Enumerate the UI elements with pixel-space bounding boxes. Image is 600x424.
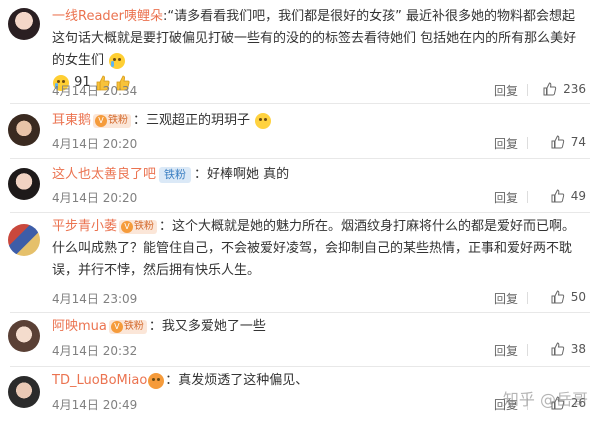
comment-text: ：好棒啊她 真的 <box>194 167 290 182</box>
reply-button[interactable]: 回复 <box>494 135 518 152</box>
vip-badge: V 铁粉 <box>108 319 147 334</box>
like-count: 49 <box>570 189 586 203</box>
like-count: 236 <box>563 82 586 96</box>
comment-text-block: 阿映mua V 铁粉 ：我又多爱她了一些 <box>52 316 586 338</box>
comment-text-block: 一线Reader咦鲤朵:“请多看看我们吧，我们都是很好的女孩” 最近补很多她的物… <box>52 6 586 94</box>
reply-button[interactable]: 回复 <box>494 342 518 359</box>
like-button[interactable]: 49 <box>551 189 586 203</box>
comment-text-block: 这人也太善良了吧 铁粉 ：好棒啊她 真的 <box>52 164 586 186</box>
thumbs-up-icon <box>551 189 564 203</box>
like-count: 38 <box>570 342 586 356</box>
avatar-badge-emoji-icon <box>148 372 165 389</box>
comment-username[interactable]: TD_LuoBoMiao <box>52 373 147 388</box>
comment-username[interactable]: 平步青小萎 <box>52 219 117 234</box>
avatar[interactable] <box>8 320 40 352</box>
avatar[interactable] <box>8 8 40 40</box>
comment-username[interactable]: 这人也太善良了吧 <box>52 167 156 182</box>
comment-timestamp: 4月14日 20:20 <box>52 191 138 205</box>
comment-timestamp: 4月14日 20:34 <box>52 84 138 98</box>
like-button[interactable]: 38 <box>551 342 586 356</box>
comment-item: 阿映mua V 铁粉 ：我又多爱她了一些 4月14日 20:32 回复 38 <box>0 312 600 367</box>
crying-emoji-icon <box>109 52 126 69</box>
comment-text: ：我又多爱她了一些 <box>148 319 266 334</box>
action-divider <box>527 292 528 304</box>
comment-timestamp: 4月14日 20:20 <box>52 137 138 151</box>
avatar[interactable] <box>8 168 40 200</box>
thumbs-up-icon <box>551 135 564 149</box>
thumbs-up-icon <box>543 82 557 96</box>
reply-button[interactable]: 回复 <box>494 290 518 307</box>
avatar[interactable] <box>8 114 40 146</box>
comment-username[interactable]: 一线Reader咦鲤朵 <box>52 9 163 24</box>
comment-item: 平步青小萎 V 铁粉 ：这个大概就是她的魅力所在。烟酒纹身打麻将什么的都是爱好而已啊。… <box>0 212 600 313</box>
action-divider <box>527 344 528 356</box>
avatar[interactable] <box>8 224 40 256</box>
reply-button[interactable]: 回复 <box>494 189 518 206</box>
comment-timestamp: 4月14日 23:09 <box>52 292 138 306</box>
comment-timestamp: 4月14日 20:49 <box>52 398 138 412</box>
smile-emoji-icon <box>255 112 272 129</box>
action-divider <box>527 191 528 203</box>
thumbs-up-icon <box>551 290 564 304</box>
vip-badge: V 铁粉 <box>119 219 158 234</box>
avatar[interactable] <box>8 376 40 408</box>
like-button[interactable]: 74 <box>551 135 586 149</box>
comment-text-block: 耳東鹅 V 铁粉 ：三观超正的玥玥子 <box>52 110 586 132</box>
action-divider <box>527 137 528 149</box>
comment-username[interactable]: 耳東鹅 <box>52 113 91 128</box>
comment-item: 耳東鹅 V 铁粉 ：三观超正的玥玥子 4月14日 20:20 回复 74 <box>0 104 600 159</box>
comment-item: 这人也太善良了吧 铁粉 ：好棒啊她 真的 4月14日 20:20 回复 49 <box>0 158 600 213</box>
like-count: 74 <box>570 135 586 149</box>
thumbs-up-icon <box>551 342 564 356</box>
watermark: 知乎 @岳哥 <box>502 390 588 409</box>
like-count: 50 <box>570 290 586 304</box>
comment-username[interactable]: 阿映mua <box>52 319 107 334</box>
vip-badge: V 铁粉 <box>93 113 132 128</box>
reply-button[interactable]: 回复 <box>494 82 518 99</box>
like-button[interactable]: 50 <box>551 290 586 304</box>
comment-item: 一线Reader咦鲤朵:“请多看看我们吧，我们都是很好的女孩” 最近补很多她的物… <box>0 0 600 104</box>
comment-text-block: 平步青小萎 V 铁粉 ：这个大概就是她的魅力所在。烟酒纹身打麻将什么的都是爱好而已啊。… <box>52 216 586 282</box>
like-button[interactable]: 236 <box>543 82 586 96</box>
comment-timestamp: 4月14日 20:32 <box>52 344 138 358</box>
comment-text: ：真发烦透了这种偏见、 <box>165 373 309 388</box>
action-divider <box>527 84 528 96</box>
comment-text: ：三观超正的玥玥子 <box>133 113 251 128</box>
fan-badge: 铁粉 <box>159 166 192 183</box>
